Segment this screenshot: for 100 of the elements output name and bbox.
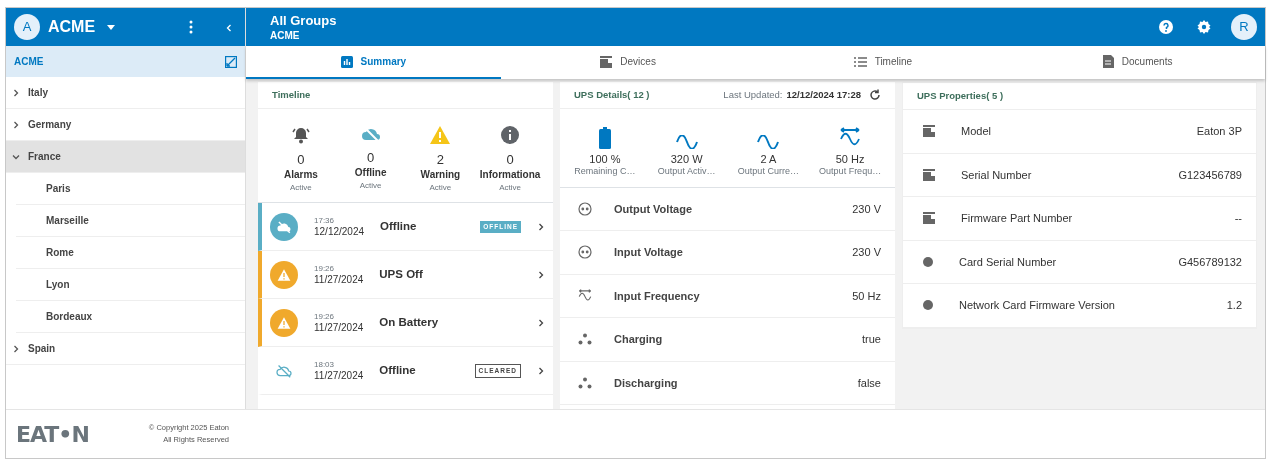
device-icon [923, 168, 935, 181]
stat-count: 0 [366, 151, 376, 166]
stat-sub: Active [288, 182, 313, 195]
chevron-right-icon [12, 88, 20, 97]
chevron-down-icon [12, 152, 20, 161]
last-updated-label: Last Updated: [723, 87, 783, 102]
metric-value: 100 % [588, 153, 622, 166]
settings-icon [1197, 20, 1211, 34]
avatar[interactable]: A [14, 14, 40, 40]
app-title: ACME [48, 17, 96, 37]
detail-value: 230 V [852, 201, 881, 217]
property-value: 1.2 [1226, 298, 1242, 313]
battery-icon [598, 127, 611, 149]
event-title: UPS Off [379, 267, 423, 283]
refresh-button[interactable] [869, 89, 881, 101]
tab[interactable]: Timeline [755, 46, 1011, 79]
event-time: 18:03 [314, 359, 336, 370]
chevron-right-icon [537, 270, 545, 279]
stat-label: Informationa [478, 168, 542, 183]
detail-value: 230 V [852, 245, 881, 261]
metric-label: Output Frequ… [818, 165, 883, 179]
event-time: 17:36 [314, 215, 336, 226]
property-value: G456789132 [1178, 254, 1242, 270]
plug-icon [578, 201, 592, 216]
property-value: Eaton 3P [1196, 124, 1242, 139]
sine-wave-icon [675, 135, 698, 149]
event-time: 19:26 [314, 311, 336, 322]
document-icon [1102, 55, 1114, 68]
stat-label: Alarms [282, 168, 319, 183]
device-icon [923, 212, 935, 225]
metric-label: Output Curre… [736, 165, 800, 179]
detail-label: Input Frequency [614, 288, 700, 304]
chevron-right-icon [537, 318, 545, 327]
panel-title: Timeline [272, 87, 311, 102]
sine-wave-icon [757, 135, 780, 149]
dot-icon [923, 256, 933, 267]
stat-sub: Active [358, 180, 383, 193]
event-date: 12/12/2024 [314, 225, 365, 239]
event-time: 19:26 [314, 263, 336, 274]
panel-title: UPS Properties( 5 ) [917, 88, 1004, 103]
metric-value: 50 Hz [834, 153, 866, 166]
frequency-icon [578, 288, 592, 303]
event-title: Offline [379, 363, 416, 379]
chevron-right-icon [537, 222, 545, 231]
refresh-icon [869, 89, 881, 101]
event-title: On Battery [379, 315, 439, 331]
event-date: 11/27/2024 [314, 321, 364, 335]
list-icon [853, 56, 867, 67]
detail-value: false [857, 375, 881, 391]
caret-icon [107, 25, 116, 31]
dots-icon [578, 376, 592, 389]
chevron-right-icon [12, 344, 20, 353]
last-updated-value: 12/12/2024 17:28 [786, 87, 861, 102]
chart-icon [340, 55, 353, 68]
tree-root-label: ACME [14, 55, 44, 69]
stat-count: 0 [296, 153, 306, 168]
metric-value: 2 A [759, 153, 778, 166]
stat-label: Offline [353, 166, 388, 181]
stat-count: 2 [435, 153, 445, 168]
tab[interactable]: Devices [500, 46, 756, 79]
tree-item[interactable]: France [6, 141, 245, 173]
detail-label: Discharging [614, 375, 678, 391]
kebab-icon [189, 20, 193, 34]
metric-label: Remaining C… [573, 165, 637, 179]
stat-sub: Active [428, 182, 453, 195]
detail-label: Input Voltage [614, 245, 683, 261]
dots-icon [578, 333, 592, 346]
bell-icon [290, 125, 311, 145]
page-title: All Groups [270, 13, 337, 27]
plug-icon [578, 245, 592, 260]
metric-label: Output Activ… [656, 165, 717, 179]
page-subtitle: ACME [270, 30, 301, 41]
event-date: 11/27/2024 [314, 369, 364, 383]
edit-icon[interactable] [225, 55, 237, 68]
event-title: Offline [380, 219, 417, 235]
panel-title: UPS Details( 12 ) [574, 87, 650, 102]
info-icon [500, 125, 521, 145]
timeline-event[interactable]: 19:26 11/27/2024 On Battery [258, 299, 553, 348]
stat-count: 0 [505, 153, 515, 168]
property-label: Network Card Firmware Version [959, 298, 1115, 313]
tab[interactable]: Documents [1010, 46, 1265, 79]
property-label: Firmware Part Number [961, 211, 1073, 226]
help-icon [1159, 20, 1173, 34]
chevron-left-icon [225, 23, 233, 32]
chevron-right-icon [537, 366, 545, 375]
property-label: Model [961, 124, 991, 139]
device-icon [600, 55, 613, 68]
chevron-right-icon [12, 120, 20, 129]
timeline-event[interactable]: 19:26 11/27/2024 UPS Off [258, 251, 553, 300]
detail-value: true [862, 332, 881, 348]
dot-icon [923, 300, 933, 311]
property-label: Serial Number [961, 167, 1032, 183]
detail-value: 50 Hz [852, 288, 881, 304]
property-label: Card Serial Number [959, 254, 1057, 270]
stat-label: Warning [419, 168, 462, 183]
detail-label: Output Voltage [614, 201, 692, 217]
tree-root-item[interactable]: ACME [6, 46, 245, 77]
event-date: 11/27/2024 [314, 273, 364, 287]
avatar[interactable]: R [1231, 14, 1257, 40]
tab[interactable]: Summary [246, 46, 501, 79]
